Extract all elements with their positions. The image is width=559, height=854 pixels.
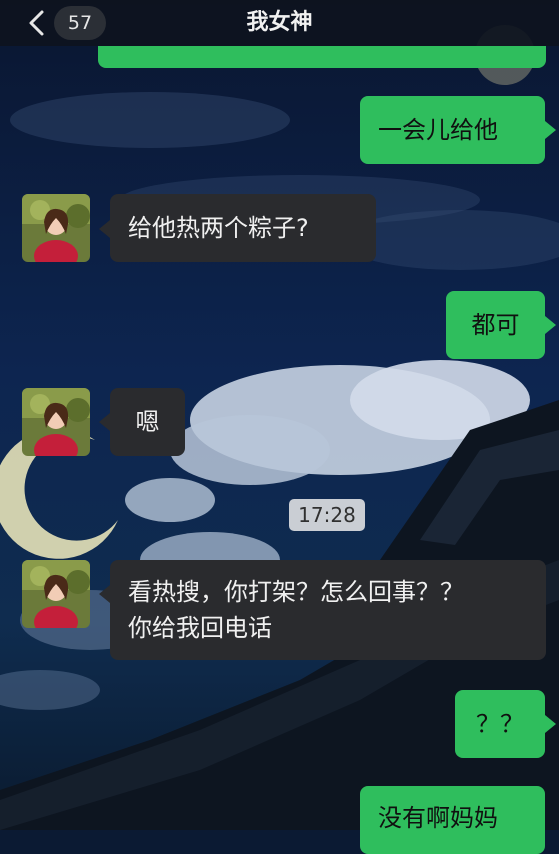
message-text: 没有啊妈妈 <box>378 804 498 832</box>
message-text: 都可 <box>471 311 520 339</box>
message-timestamp: 17:28 <box>289 499 365 531</box>
contact-avatar[interactable] <box>22 194 90 262</box>
incoming-message-bubble[interactable]: 嗯 <box>110 388 185 456</box>
outgoing-message-bubble[interactable]: 没有啊妈妈 <box>360 786 545 854</box>
outgoing-message-bubble[interactable]: 一会儿给他 <box>360 96 545 164</box>
message-text: 一会儿给他 <box>378 116 498 144</box>
incoming-message-bubble[interactable]: 给他热两个粽子? <box>110 194 376 262</box>
chat-header: 57 我女神 <box>0 0 559 46</box>
outgoing-message-bubble[interactable]: ？？ <box>455 690 545 758</box>
bubble-tail <box>99 585 110 603</box>
message-text-line: 你给我回电话 <box>128 614 272 642</box>
message-text: 嗯 <box>135 408 160 436</box>
message-text-line: 看热搜，你打架？怎么回事？？ <box>128 578 464 606</box>
message-text: 给他热两个粽子? <box>128 214 309 242</box>
chat-title[interactable]: 我女神 <box>0 0 559 46</box>
message-text: ？？ <box>476 710 524 738</box>
contact-avatar[interactable] <box>22 560 90 628</box>
bubble-tail <box>545 715 556 733</box>
bubble-tail <box>545 316 556 334</box>
bubble-tail <box>99 220 110 238</box>
previous-message-bubble[interactable] <box>98 46 546 68</box>
bubble-tail <box>99 413 110 431</box>
incoming-message-bubble[interactable]: 看热搜，你打架？怎么回事？？ 你给我回电话 <box>110 560 546 660</box>
outgoing-message-bubble[interactable]: 都可 <box>446 291 545 359</box>
contact-avatar[interactable] <box>22 388 90 456</box>
bubble-tail <box>545 121 556 139</box>
